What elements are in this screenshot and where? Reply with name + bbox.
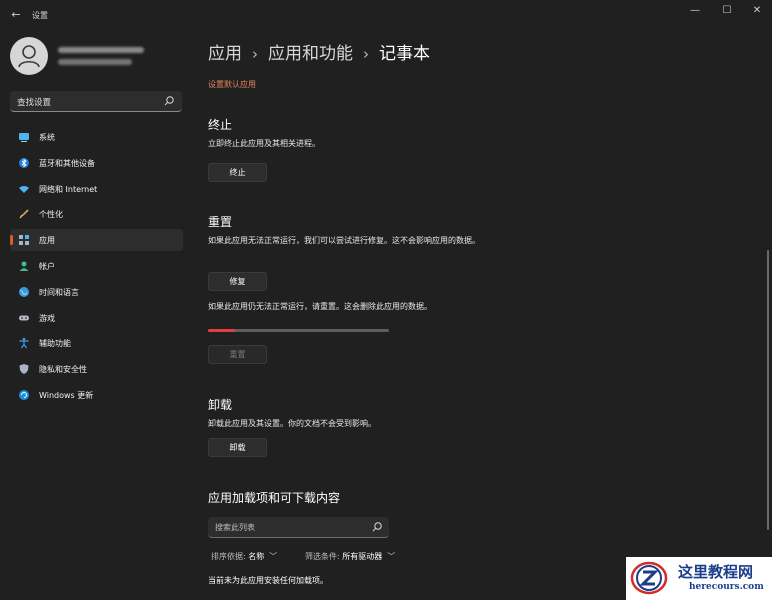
sidebar: 查找设置 系统 蓝牙和其他设备 网络和 Internet 个性化 应用 帐户 时… xyxy=(0,30,192,600)
close-button[interactable]: ✕ xyxy=(742,4,772,18)
chevron-right-icon: › xyxy=(363,45,369,63)
apps-icon xyxy=(19,235,29,246)
wifi-icon xyxy=(19,185,29,193)
gamepad-icon xyxy=(19,315,29,321)
watermark-url: herecours.com xyxy=(689,582,764,592)
sort-label: 排序依据: xyxy=(211,552,246,561)
sidebar-item-accessibility[interactable]: 辅助功能 xyxy=(10,332,183,354)
reset-button[interactable]: 重置 xyxy=(208,345,267,364)
sidebar-item-label: 应用 xyxy=(39,236,55,246)
sidebar-item-label: 游戏 xyxy=(39,313,55,323)
sidebar-item-system[interactable]: 系统 xyxy=(10,126,183,148)
sidebar-item-apps[interactable]: 应用 xyxy=(10,229,183,252)
chevron-down-icon: ﹀ xyxy=(269,552,278,561)
uninstall-button[interactable]: 卸载 xyxy=(208,438,267,457)
blurred-account-email xyxy=(58,59,132,65)
addons-empty-message: 当前未为此应用安装任何加载项。 xyxy=(208,576,328,585)
watermark-title: 这里教程网 xyxy=(678,563,754,581)
update-icon xyxy=(19,389,29,400)
sidebar-item-label: 网络和 Internet xyxy=(39,184,98,194)
uninstall-description: 卸载此应用及其设置。你的文档不会受到影响。 xyxy=(208,419,376,428)
reset-progress-fill xyxy=(208,329,236,332)
user-silhouette-icon xyxy=(18,45,40,68)
chevron-right-icon: › xyxy=(252,45,258,63)
sidebar-item-label: 隐私和安全性 xyxy=(39,365,87,375)
window-title: 设置 xyxy=(32,11,48,20)
avatar[interactable] xyxy=(10,37,48,75)
maximize-button[interactable]: ☐ xyxy=(712,4,742,18)
shield-icon xyxy=(19,364,29,375)
breadcrumb-apps-features[interactable]: 应用和功能 xyxy=(268,44,353,64)
addons-search-input[interactable]: 搜索此列表 xyxy=(208,517,389,538)
default-apps-link[interactable]: 设置默认应用 xyxy=(208,79,256,90)
terminate-description: 立即终止此应用及其相关进程。 xyxy=(208,139,320,148)
sidebar-item-label: 帐户 xyxy=(39,261,55,271)
sidebar-item-personalization[interactable]: 个性化 xyxy=(10,203,183,225)
breadcrumb: 应用 › 应用和功能 › 记事本 xyxy=(208,39,430,64)
sort-value: 名称 xyxy=(248,552,265,561)
sidebar-item-gaming[interactable]: 游戏 xyxy=(10,307,183,329)
sidebar-item-label: 蓝牙和其他设备 xyxy=(39,158,95,168)
addons-search-placeholder: 搜索此列表 xyxy=(215,523,255,532)
sidebar-item-windows-update[interactable]: Windows 更新 xyxy=(10,384,183,406)
bluetooth-icon xyxy=(19,157,29,168)
terminate-heading: 终止 xyxy=(208,118,233,132)
brush-icon xyxy=(19,209,29,219)
sidebar-item-label: Windows 更新 xyxy=(39,390,94,400)
sidebar-item-privacy[interactable]: 隐私和安全性 xyxy=(10,358,183,380)
account-icon xyxy=(19,261,29,271)
watermark-logo-icon xyxy=(630,561,668,595)
main-content: 应用 › 应用和功能 › 记事本 设置默认应用 终止 立即终止此应用及其相关进程。 终止… xyxy=(192,30,762,600)
breadcrumb-apps[interactable]: 应用 xyxy=(208,44,242,64)
sidebar-item-label: 个性化 xyxy=(39,210,63,220)
sort-dropdown[interactable]: 排序依据: 名称 ﹀ xyxy=(211,551,277,562)
settings-search-placeholder: 查找设置 xyxy=(17,98,52,108)
addons-heading: 应用加载项和可下载内容 xyxy=(208,491,341,505)
accessibility-icon xyxy=(19,338,29,349)
search-icon[interactable] xyxy=(371,521,383,533)
sidebar-item-bluetooth[interactable]: 蓝牙和其他设备 xyxy=(10,152,183,174)
repair-description: 如果此应用无法正常运行，我们可以尝试进行修复。这不会影响应用的数据。 xyxy=(208,236,480,245)
back-arrow-icon[interactable]: ← xyxy=(8,8,24,22)
terminate-button[interactable]: 终止 xyxy=(208,163,267,182)
search-icon[interactable] xyxy=(163,95,175,107)
sidebar-item-network[interactable]: 网络和 Internet xyxy=(10,178,183,200)
uninstall-heading: 卸载 xyxy=(208,398,233,412)
system-icon xyxy=(19,133,29,142)
reset-progress-bar xyxy=(208,329,389,332)
filter-dropdown[interactable]: 筛选条件: 所有驱动器 ﹀ xyxy=(305,551,395,562)
sidebar-item-label: 时间和语言 xyxy=(39,287,79,297)
minimize-button[interactable]: — xyxy=(680,4,710,18)
chevron-down-icon: ﹀ xyxy=(387,552,396,561)
globe-icon xyxy=(19,286,29,297)
sidebar-item-label: 系统 xyxy=(39,133,55,142)
settings-search-input[interactable]: 查找设置 xyxy=(10,91,182,112)
reset-description: 如果此应用仍无法正常运行，请重置。这会删除此应用的数据。 xyxy=(208,302,432,311)
scrollbar[interactable] xyxy=(767,250,769,530)
filter-label: 筛选条件: xyxy=(305,552,340,561)
filter-value: 所有驱动器 xyxy=(342,552,383,561)
sidebar-item-accounts[interactable]: 帐户 xyxy=(10,255,183,277)
repair-button[interactable]: 修复 xyxy=(208,272,267,291)
watermark: 这里教程网 herecours.com xyxy=(626,557,772,600)
sidebar-item-time-language[interactable]: 时间和语言 xyxy=(10,281,183,303)
sidebar-item-label: 辅助功能 xyxy=(39,339,71,349)
blurred-account-name xyxy=(58,47,144,53)
sidebar-nav: 系统 蓝牙和其他设备 网络和 Internet 个性化 应用 帐户 时间和语言 … xyxy=(0,126,192,410)
reset-heading: 重置 xyxy=(208,215,233,229)
title-bar: ← 设置 — ☐ ✕ xyxy=(0,0,772,30)
page-title: 记事本 xyxy=(379,44,430,64)
active-indicator xyxy=(10,235,13,246)
